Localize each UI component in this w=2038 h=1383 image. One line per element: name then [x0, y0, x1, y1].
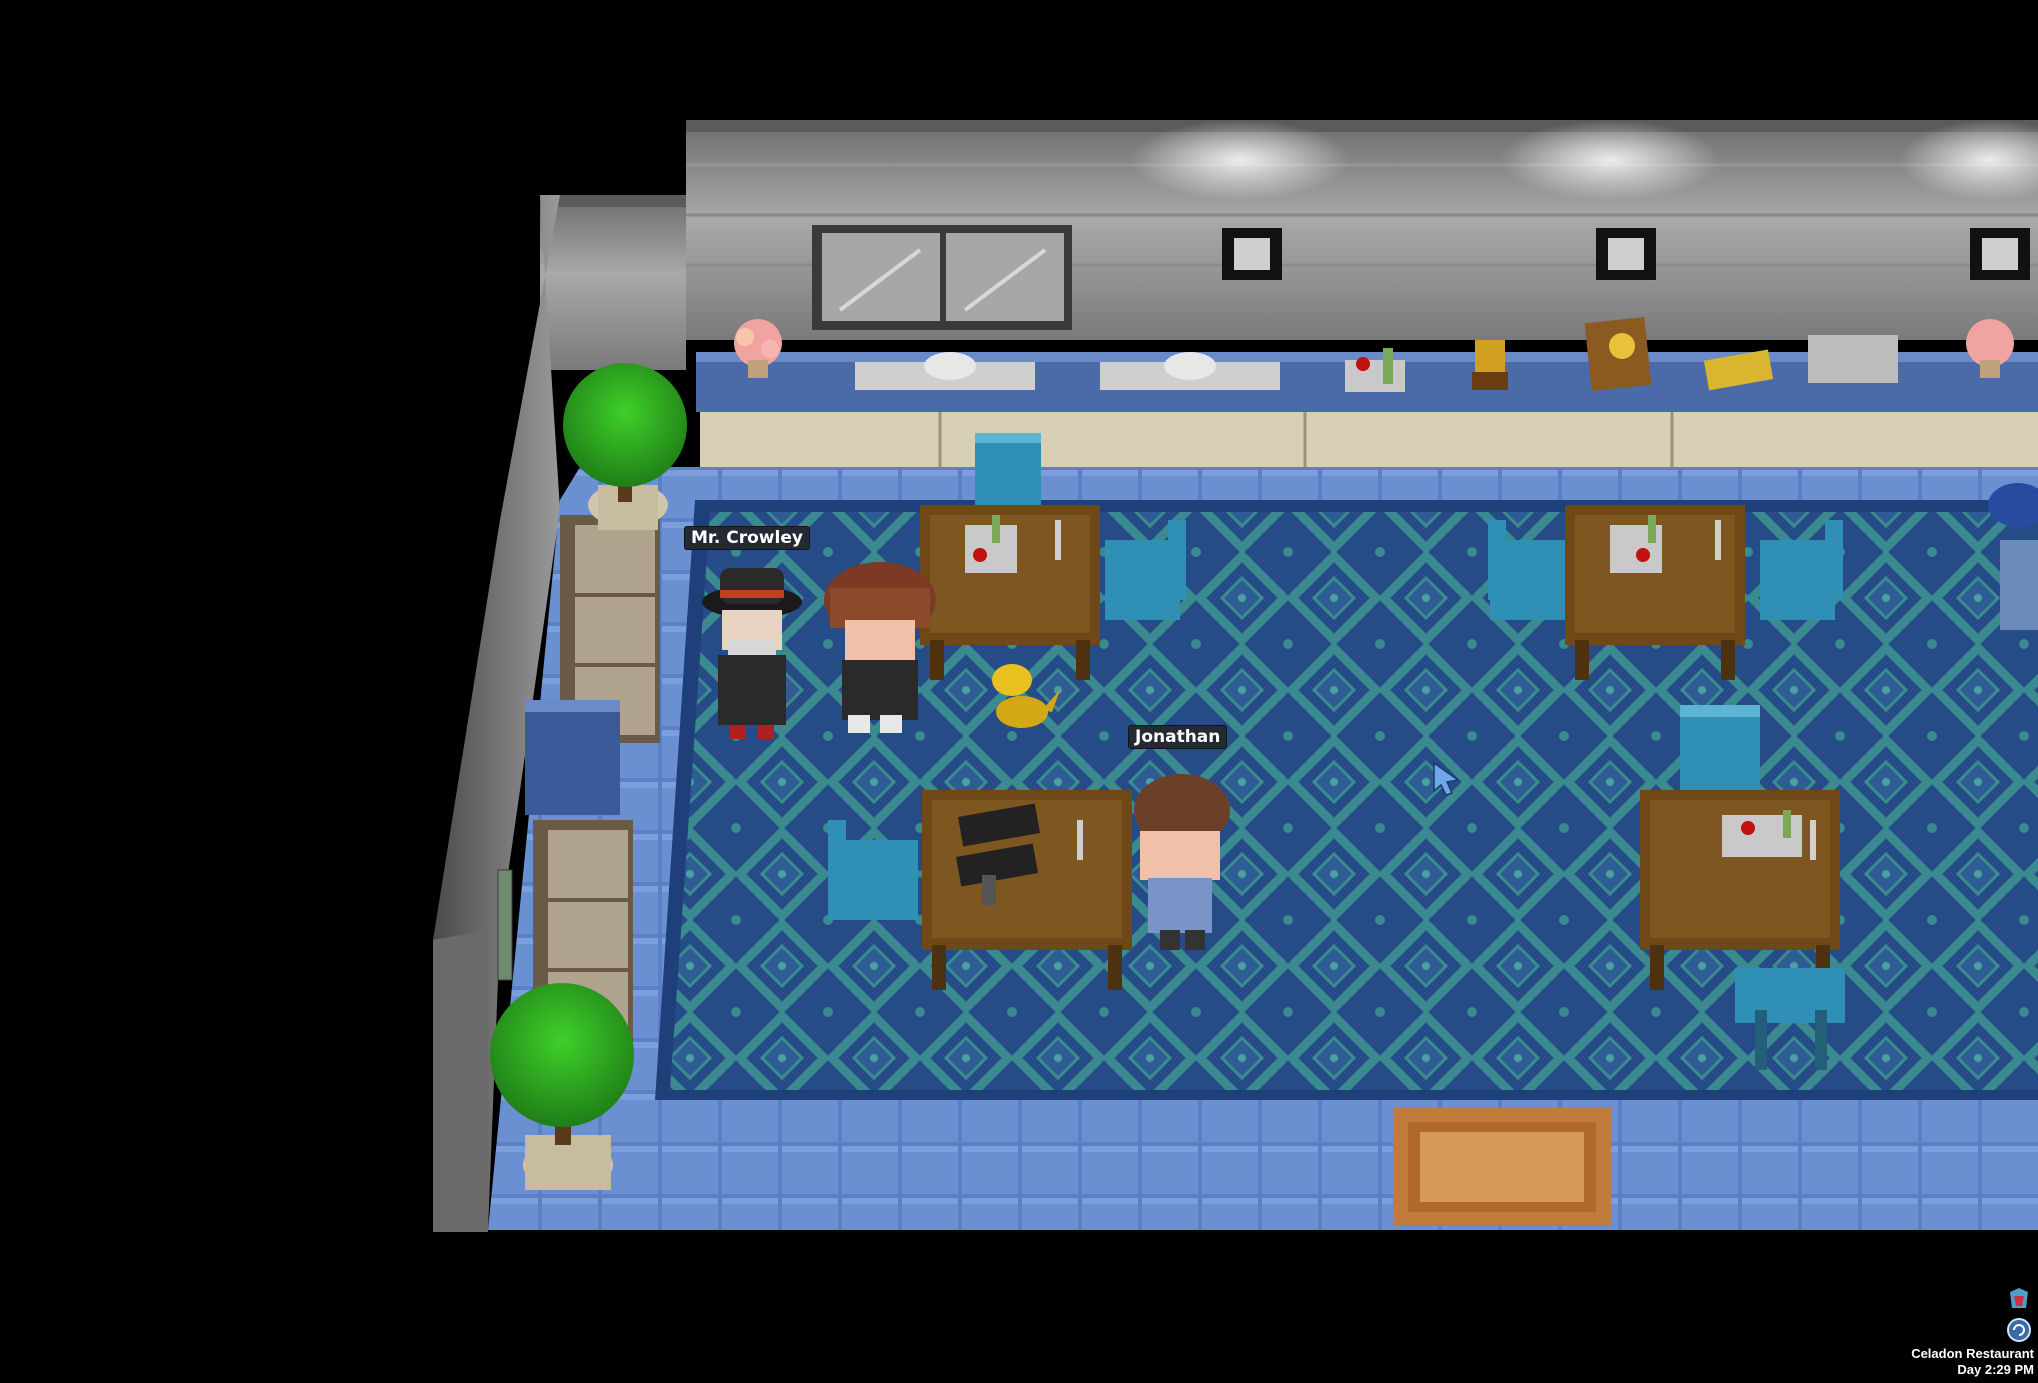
doormat [1393, 1108, 1611, 1226]
side-table [525, 700, 620, 815]
window [812, 225, 1072, 330]
npc-nameplate-jonathan: Jonathan [1128, 725, 1228, 749]
location-time-hud: Celadon Restaurant Day 2:29 PM [1911, 1346, 2034, 1378]
game-scene[interactable] [0, 0, 2038, 1383]
hud-icon-stack [2007, 1288, 2031, 1342]
npc-nameplate-mr-crowley: Mr. Crowley [684, 526, 810, 550]
refresh-cycle-icon[interactable] [2007, 1318, 2031, 1342]
game-time: Day 2:29 PM [1957, 1362, 2034, 1377]
location-name: Celadon Restaurant [1911, 1346, 2034, 1361]
pokeball-bag-icon[interactable] [2010, 1288, 2028, 1308]
